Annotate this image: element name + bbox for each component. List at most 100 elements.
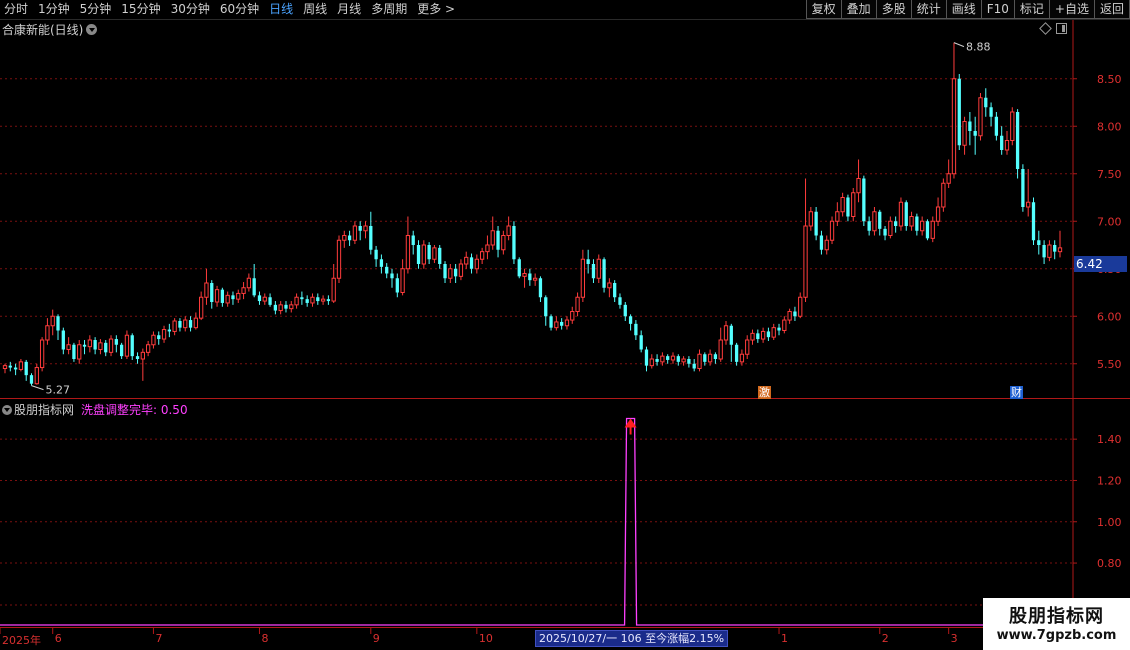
candle-body xyxy=(167,329,171,332)
price-tick-label: 5.50 xyxy=(1097,358,1122,371)
candle-body xyxy=(199,296,204,319)
candle-body xyxy=(570,311,575,321)
watermark: 股朋指标网 www.7gpzb.com xyxy=(983,598,1130,650)
candle-body xyxy=(856,178,861,194)
candle-body xyxy=(586,259,590,264)
candle-body xyxy=(448,268,453,279)
candle-body xyxy=(284,304,288,309)
x-axis-label: 7 xyxy=(155,632,163,645)
candle-body xyxy=(957,78,961,146)
candle-body xyxy=(93,340,97,350)
candle-body xyxy=(231,295,235,300)
candle-body xyxy=(840,197,845,213)
candle-body xyxy=(310,296,315,304)
candle-body xyxy=(45,325,50,341)
price-tick-label: 7.00 xyxy=(1097,215,1122,228)
candle-body xyxy=(538,278,543,298)
candle-body xyxy=(793,311,797,317)
candle-body xyxy=(978,97,983,137)
candle-body xyxy=(596,258,601,279)
candle-body xyxy=(432,247,437,260)
indicator-tick-label: 1.40 xyxy=(1097,433,1122,446)
candle-body xyxy=(29,375,34,384)
candle-body xyxy=(278,304,283,312)
candle-body xyxy=(533,277,538,281)
kline-chart[interactable]: 8.508.007.507.006.506.005.501.401.201.00… xyxy=(0,0,1130,650)
candle-body xyxy=(1004,140,1010,151)
candle-body xyxy=(1010,111,1015,141)
watermark-title: 股朋指标网 xyxy=(1009,606,1104,627)
x-axis-label: 2 xyxy=(881,632,889,645)
candle-body xyxy=(915,216,919,231)
candle-body xyxy=(829,220,835,241)
indicator-tick-label: 1.00 xyxy=(1097,516,1122,529)
candle-body xyxy=(602,259,606,288)
candle-body xyxy=(613,283,617,298)
candle-body xyxy=(13,367,18,370)
candle-body xyxy=(575,296,580,312)
candle-body xyxy=(336,239,342,279)
indicator-dropdown-icon[interactable] xyxy=(2,405,12,415)
candle-body xyxy=(655,359,659,362)
x-axis-label: 1 xyxy=(781,632,789,645)
candle-body xyxy=(1042,245,1046,258)
candle-body xyxy=(1047,244,1052,258)
candle-body xyxy=(257,295,262,302)
candle-body xyxy=(119,344,124,357)
candle-body xyxy=(130,335,134,357)
candle-body xyxy=(814,211,818,236)
candle-body xyxy=(395,278,399,293)
stock-title: 合康新能(日线) xyxy=(2,23,84,37)
candle-body xyxy=(18,361,24,370)
candle-body xyxy=(803,225,808,298)
candle-body xyxy=(649,358,654,367)
x-axis-label: 3 xyxy=(950,632,958,645)
candle-body xyxy=(214,289,220,303)
candle-body xyxy=(739,353,745,363)
dropdown-circle-icon[interactable] xyxy=(86,24,98,35)
candle-body xyxy=(989,107,993,117)
candle-body xyxy=(61,330,65,350)
last-price-badge: 6.42 xyxy=(1074,256,1127,272)
candle-body xyxy=(723,325,729,341)
candle-body xyxy=(666,356,670,360)
candle-body xyxy=(66,344,71,350)
candle-body xyxy=(941,182,946,208)
candle-body xyxy=(771,327,776,338)
candle-body xyxy=(878,211,882,229)
candle-body xyxy=(660,355,665,363)
candle-body xyxy=(289,304,294,310)
low-marker-line xyxy=(31,385,44,391)
candle-body xyxy=(618,297,622,305)
candle-body xyxy=(676,356,680,362)
candle-body xyxy=(920,220,925,232)
candle-body xyxy=(898,201,904,227)
candle-body xyxy=(639,335,643,350)
candle-body xyxy=(464,256,469,265)
price-tick-label: 8.50 xyxy=(1097,73,1122,86)
candle-body xyxy=(56,316,60,331)
candle-body xyxy=(935,206,941,222)
candle-body xyxy=(379,259,384,267)
candle-body xyxy=(268,297,272,305)
event-tag-ji[interactable]: 激 xyxy=(758,386,771,399)
indicator-title: 股朋指标网 xyxy=(14,403,75,417)
candle-body xyxy=(1053,245,1057,252)
candle-body xyxy=(1031,202,1036,241)
candle-body xyxy=(962,121,967,146)
panel-toggle-icon[interactable] xyxy=(1056,23,1067,34)
candle-body xyxy=(374,249,378,260)
candle-body xyxy=(479,251,485,260)
candle-body xyxy=(124,334,130,357)
candle-body xyxy=(400,268,405,293)
candle-body xyxy=(236,292,241,300)
diamond-icon[interactable] xyxy=(1039,22,1052,35)
candle-body xyxy=(544,297,548,317)
candle-body xyxy=(930,220,935,239)
candle-body xyxy=(888,220,893,236)
candle-body xyxy=(819,235,824,250)
event-tag-cai[interactable]: 财 xyxy=(1010,386,1023,399)
candle-body xyxy=(98,342,103,351)
candle-body xyxy=(909,216,914,227)
candle-body xyxy=(352,225,358,241)
